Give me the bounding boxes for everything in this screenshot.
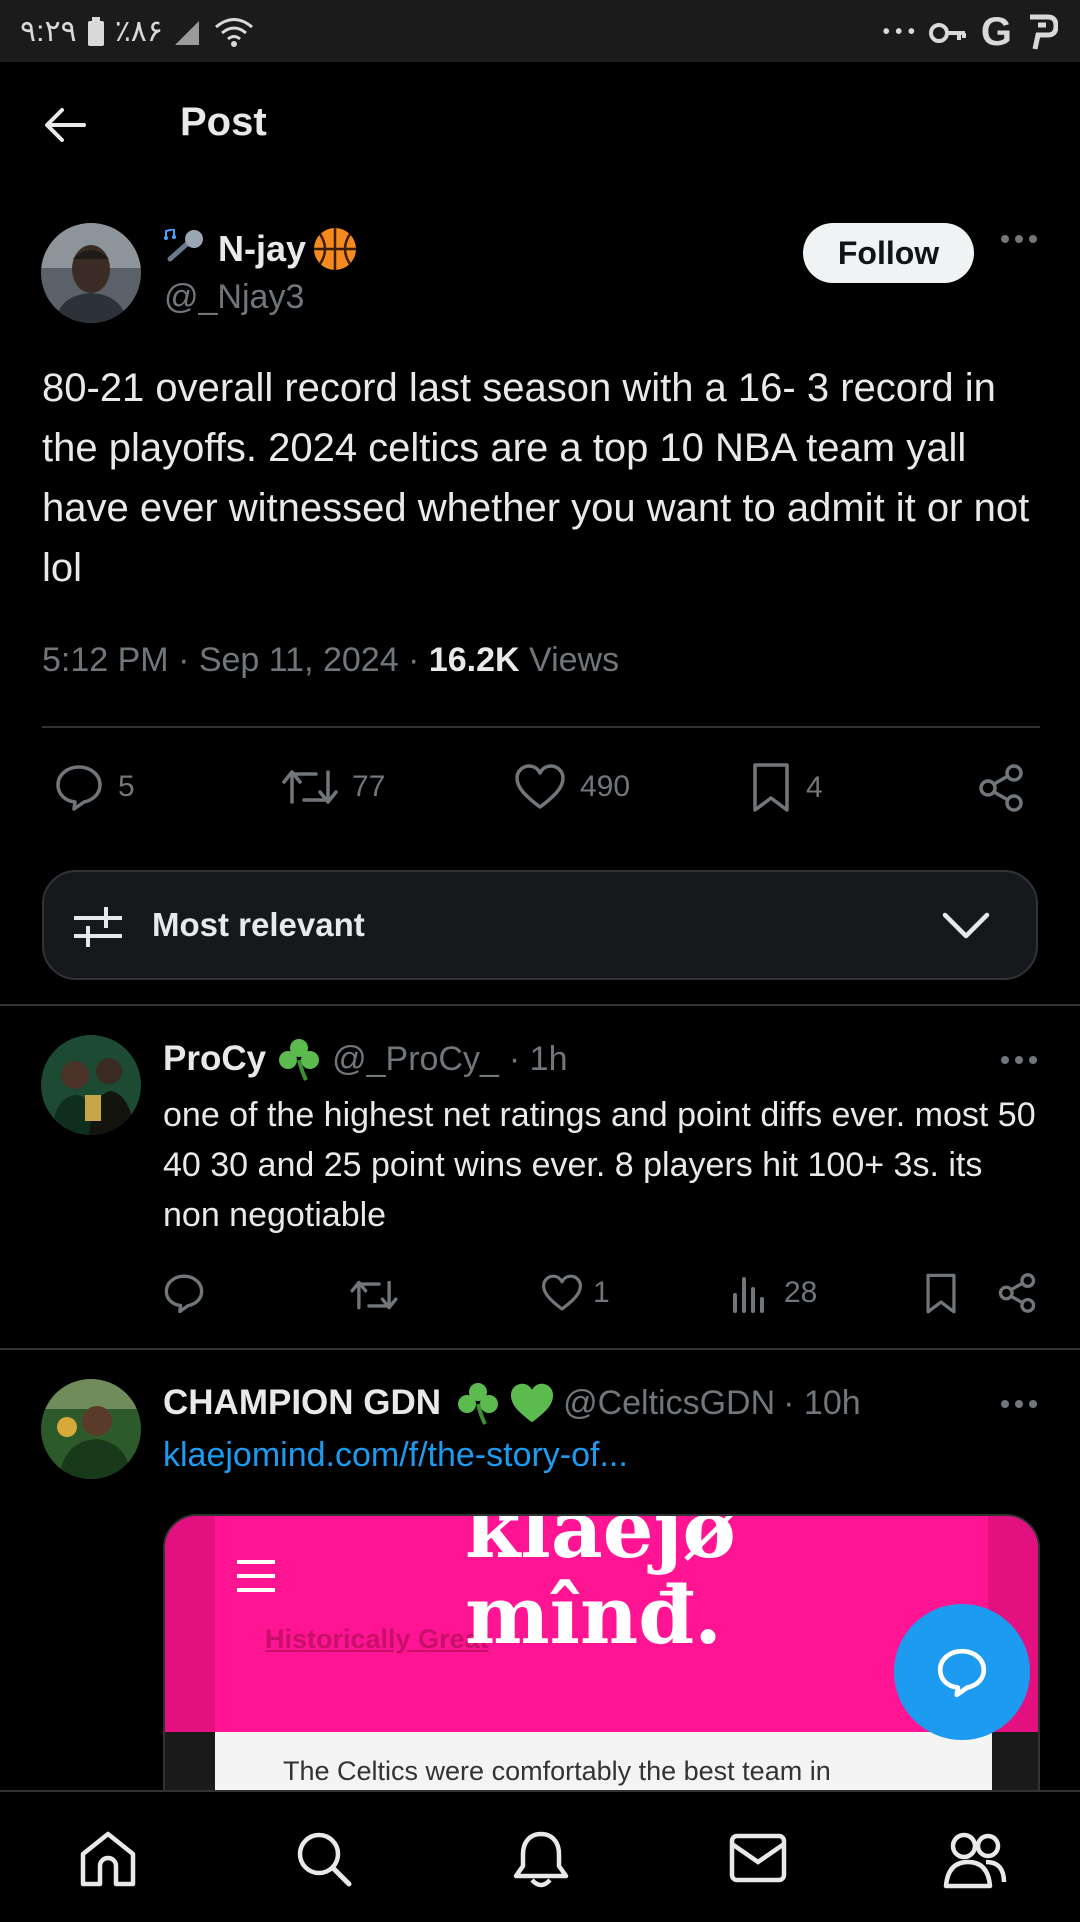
- chevron-down-icon: [942, 910, 990, 940]
- reply-like-action[interactable]: 1: [541, 1273, 610, 1313]
- microphone-music-icon: [164, 229, 212, 269]
- hamburger-menu-icon: [235, 1558, 277, 1594]
- battery-percent: ٪۸۶: [114, 15, 164, 48]
- more-options-icon[interactable]: [1000, 234, 1038, 244]
- reply-author-name[interactable]: CHAMPION GDN: [163, 1383, 441, 1423]
- reply-avatar[interactable]: [41, 1035, 141, 1135]
- author-avatar[interactable]: [41, 223, 141, 323]
- reply-action[interactable]: 5: [54, 762, 135, 812]
- heart-icon: [541, 1273, 583, 1313]
- views-count: 16.2K: [428, 641, 520, 679]
- reply-avatar[interactable]: [41, 1379, 141, 1479]
- reply-time: · 1h: [508, 1039, 568, 1078]
- reply-views-action[interactable]: 28: [732, 1273, 817, 1313]
- shamrock-icon: [276, 1036, 322, 1082]
- status-dots: • • •: [882, 21, 915, 43]
- bookmark-icon: [750, 762, 792, 814]
- bookmark-action[interactable]: 4: [750, 762, 823, 814]
- like-action[interactable]: 490: [514, 762, 630, 812]
- divider: [0, 1348, 1080, 1350]
- repost-count: 77: [352, 770, 386, 803]
- search-icon[interactable]: [294, 1830, 354, 1888]
- card-logo-line1: klaejø: [465, 1514, 736, 1576]
- reply-like-count: 1: [593, 1276, 610, 1309]
- compose-reply-button[interactable]: [894, 1604, 1030, 1740]
- status-time: ۹:۲۹: [20, 15, 77, 48]
- signal-icon: [173, 17, 203, 47]
- status-right: • • • G: [883, 10, 1058, 55]
- page-title: Post: [180, 100, 267, 144]
- wifi-icon: [213, 16, 255, 48]
- card-excerpt: The Celtics were comfortably the best te…: [283, 1756, 831, 1786]
- like-count: 490: [580, 770, 631, 803]
- reply-author-name[interactable]: ProCy: [163, 1039, 266, 1079]
- bookmark-count: 4: [806, 771, 823, 804]
- post-text: 80-21 overall record last season with a …: [42, 366, 1030, 590]
- app-p-icon: [1026, 13, 1058, 53]
- post-meta: 5:12 PM · Sep 11, 2024 · 16.2K Views: [42, 641, 619, 680]
- key-icon: [928, 18, 967, 48]
- share-icon[interactable]: [998, 1273, 1036, 1313]
- views-label: Views: [529, 641, 620, 679]
- reply-header: CHAMPION GDN @CelticsGDN · 10h: [163, 1380, 861, 1426]
- sort-label: Most relevant: [152, 906, 365, 943]
- filter-sliders-icon: [72, 904, 124, 950]
- heart-icon: [514, 762, 566, 812]
- views-chart-icon: [732, 1273, 768, 1313]
- divider: [0, 1004, 1080, 1006]
- reply-views-count: 28: [784, 1276, 818, 1309]
- green-heart-icon: [509, 1382, 555, 1424]
- basketball-icon: [312, 226, 358, 272]
- reply-header: ProCy @_ProCy_ · 1h: [163, 1036, 567, 1082]
- repost-icon: [282, 762, 338, 812]
- communities-icon[interactable]: [942, 1830, 1008, 1890]
- battery-icon: [87, 16, 105, 47]
- author-handle[interactable]: @_Njay3: [164, 278, 304, 317]
- bookmark-icon[interactable]: [924, 1272, 958, 1316]
- reply-time: · 10h: [783, 1383, 861, 1422]
- status-bar: ۹:۲۹ ٪۸۶ • • • G: [0, 0, 1080, 62]
- shamrock-icon: [455, 1380, 501, 1426]
- bottom-navigation: [0, 1790, 1080, 1922]
- divider: [42, 726, 1040, 728]
- share-icon[interactable]: [978, 764, 1024, 812]
- back-button[interactable]: [44, 107, 86, 143]
- follow-button[interactable]: Follow: [803, 223, 974, 283]
- reply-handle[interactable]: @_ProCy_: [332, 1040, 499, 1079]
- reply-link[interactable]: klaejomind.com/f/the-story-of...: [163, 1436, 628, 1475]
- status-left: ۹:۲۹ ٪۸۶: [20, 14, 255, 49]
- repost-icon[interactable]: [350, 1274, 398, 1316]
- reply-more-icon[interactable]: [1000, 1055, 1038, 1065]
- repost-action[interactable]: 77: [282, 762, 385, 812]
- post-timestamp[interactable]: 5:12 PM · Sep 11, 2024 ·: [42, 641, 429, 679]
- reply-icon[interactable]: [163, 1272, 205, 1314]
- author-display-name: N-jay: [218, 228, 307, 269]
- sort-dropdown[interactable]: Most relevant: [42, 870, 1038, 980]
- notifications-icon[interactable]: [512, 1830, 570, 1890]
- google-icon: G: [980, 10, 1012, 54]
- card-faded-heading: Historically Great: [265, 1624, 489, 1654]
- reply-count: 5: [118, 770, 135, 803]
- home-icon[interactable]: [78, 1830, 138, 1888]
- card-logo-line2: mînđ.: [465, 1568, 722, 1662]
- reply-icon: [54, 762, 104, 812]
- author-name[interactable]: N-jay: [164, 226, 358, 272]
- reply-handle[interactable]: @CelticsGDN: [563, 1384, 775, 1423]
- messages-icon[interactable]: [728, 1830, 788, 1886]
- reply-more-icon[interactable]: [1000, 1399, 1038, 1409]
- chat-bubble-icon: [934, 1646, 990, 1698]
- reply-text: one of the highest net ratings and point…: [163, 1096, 1036, 1234]
